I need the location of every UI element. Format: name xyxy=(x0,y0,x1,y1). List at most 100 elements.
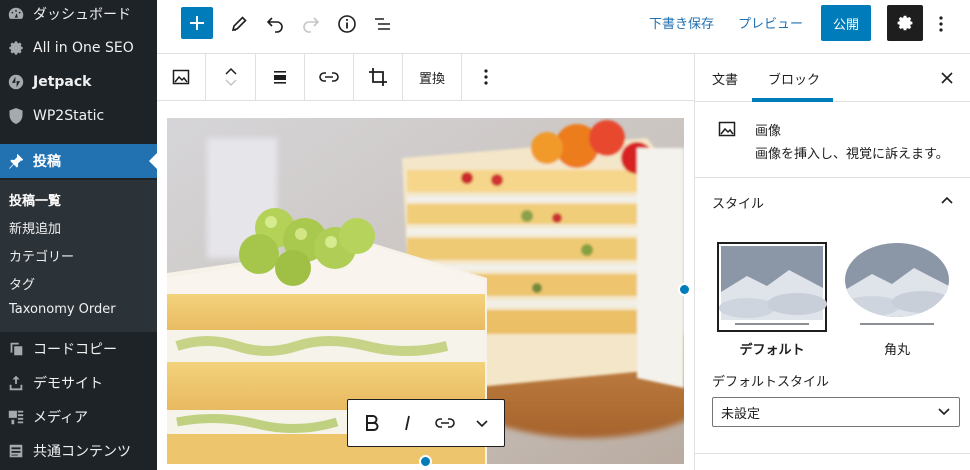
close-icon xyxy=(941,72,953,84)
block-mover xyxy=(207,54,255,100)
chevron-down-icon xyxy=(476,419,488,427)
chevron-up-icon[interactable] xyxy=(939,192,955,208)
list-view-icon xyxy=(375,18,390,30)
image-icon xyxy=(718,121,736,137)
crop-icon xyxy=(369,68,387,86)
link-icon xyxy=(435,418,455,428)
style-label-rounded: 角丸 xyxy=(883,343,910,358)
resize-handle-right[interactable] xyxy=(678,283,691,296)
preview-button[interactable]: プレビュー xyxy=(738,13,803,32)
chevron-up-icon[interactable] xyxy=(224,67,238,76)
replace-button[interactable]: 置換 xyxy=(403,54,461,100)
resize-handle-bottom[interactable] xyxy=(419,455,432,468)
sidebar-item-dashboard[interactable]: ダッシュボード xyxy=(0,0,157,31)
submenu-all-posts[interactable]: 投稿一覧 xyxy=(9,190,61,209)
toolbar-separator xyxy=(205,54,206,100)
upload-icon xyxy=(5,373,27,393)
tab-document[interactable]: 文書 xyxy=(712,69,738,88)
sidebar-item-posts[interactable]: 投稿 xyxy=(0,144,157,178)
undo-button[interactable] xyxy=(259,8,291,40)
close-settings-button[interactable] xyxy=(937,68,957,88)
more-formats-button[interactable] xyxy=(462,400,502,446)
gear-icon xyxy=(5,38,27,58)
style-option-rounded[interactable] xyxy=(842,242,952,332)
redo-icon xyxy=(303,17,320,33)
caption-format-toolbar xyxy=(347,399,505,447)
current-menu-arrow xyxy=(149,153,157,169)
italic-icon xyxy=(405,415,410,431)
save-draft-button[interactable]: 下書き保存 xyxy=(649,13,714,32)
default-style-value: 未設定 xyxy=(721,406,761,422)
style-preview-rounded xyxy=(845,243,949,325)
default-style-select[interactable]: 未設定 xyxy=(712,397,960,427)
block-name: 画像 xyxy=(755,124,782,139)
block-description: 画像を挿入し、視覚に訴えます。 xyxy=(755,147,949,162)
italic-button[interactable] xyxy=(388,400,428,446)
submenu-taxonomy-order[interactable]: Taxonomy Order xyxy=(9,302,116,317)
gear-icon xyxy=(897,15,913,31)
sidebar-item-label: WP2Static xyxy=(33,108,105,124)
media-icon xyxy=(5,407,27,427)
submenu-tags[interactable]: タグ xyxy=(9,274,35,293)
details-button[interactable] xyxy=(331,8,363,40)
dashboard-icon xyxy=(5,4,27,24)
posts-submenu: 投稿一覧 新規追加 カテゴリー タグ Taxonomy Order xyxy=(0,180,157,332)
info-icon xyxy=(338,15,356,33)
block-type-switcher[interactable] xyxy=(157,54,205,100)
styles-panel: スタイル デフォルト 角丸 デフォルトスタイル 未設定 xyxy=(695,178,970,454)
block-card: 画像 画像を挿入し、視覚に訴えます。 xyxy=(695,102,970,178)
style-option-default[interactable] xyxy=(717,242,827,332)
sidebar-item-jetpack[interactable]: Jetpack xyxy=(0,65,157,99)
copy-icon xyxy=(5,339,27,359)
chevron-down-icon xyxy=(938,408,950,416)
link-icon xyxy=(319,72,339,82)
submenu-add-new[interactable]: 新規追加 xyxy=(9,218,61,237)
block-toolbar: 置換 xyxy=(157,54,694,101)
more-vertical-icon xyxy=(939,16,943,32)
sidebar-item-label: Jetpack xyxy=(33,74,92,90)
sidebar-item-all-in-one-seo[interactable]: All in One SEO xyxy=(0,31,157,65)
settings-toggle-button[interactable] xyxy=(887,5,923,41)
block-inserter-button[interactable] xyxy=(181,7,213,39)
editor-canvas xyxy=(157,101,694,470)
sidebar-item-code-copy[interactable]: コードコピー xyxy=(0,332,157,366)
settings-tabs: 文書 ブロック xyxy=(695,54,970,102)
sidebar-item-common-content[interactable]: 共通コンテンツ xyxy=(0,434,157,468)
chevron-down-icon[interactable] xyxy=(224,78,238,87)
sidebar-item-label: ダッシュボード xyxy=(33,7,131,23)
more-vertical-icon xyxy=(484,69,488,85)
pin-icon xyxy=(5,151,27,171)
styles-panel-title[interactable]: スタイル xyxy=(712,193,764,212)
bold-icon xyxy=(366,415,379,431)
list-icon xyxy=(5,441,27,461)
sidebar-item-label: デモサイト xyxy=(33,376,103,392)
shield-icon xyxy=(5,106,27,126)
insert-link-button[interactable] xyxy=(305,54,353,100)
tab-block[interactable]: ブロック xyxy=(768,69,820,88)
undo-icon xyxy=(266,17,283,33)
admin-sidebar: ダッシュボード All in One SEO Jetpack WP2Static… xyxy=(0,0,157,470)
align-button[interactable] xyxy=(256,54,304,100)
default-style-label: デフォルトスタイル xyxy=(712,375,830,390)
outline-button[interactable] xyxy=(367,8,399,40)
sidebar-item-wp2static[interactable]: WP2Static xyxy=(0,99,157,133)
align-center-icon xyxy=(274,71,286,84)
style-label-default: デフォルト xyxy=(739,343,805,358)
redo-button[interactable] xyxy=(295,8,327,40)
crop-button[interactable] xyxy=(354,54,402,100)
image-icon xyxy=(172,69,190,85)
sidebar-item-demo-site[interactable]: デモサイト xyxy=(0,366,157,400)
publish-button[interactable]: 公開 xyxy=(821,5,871,41)
sidebar-item-label: コードコピー xyxy=(33,342,117,358)
more-menu-button[interactable] xyxy=(925,8,957,40)
sidebar-item-label: All in One SEO xyxy=(33,40,134,56)
sidebar-item-media[interactable]: メディア xyxy=(0,400,157,434)
editor-header: 下書き保存 プレビュー 公開 xyxy=(157,0,970,54)
submenu-categories[interactable]: カテゴリー xyxy=(9,246,74,265)
tools-button[interactable] xyxy=(223,8,255,40)
caption-link-button[interactable] xyxy=(424,400,466,446)
style-preview-default xyxy=(717,242,827,332)
sidebar-item-label: メディア xyxy=(33,410,89,426)
pencil-icon xyxy=(231,16,247,32)
block-options-button[interactable] xyxy=(462,54,510,100)
